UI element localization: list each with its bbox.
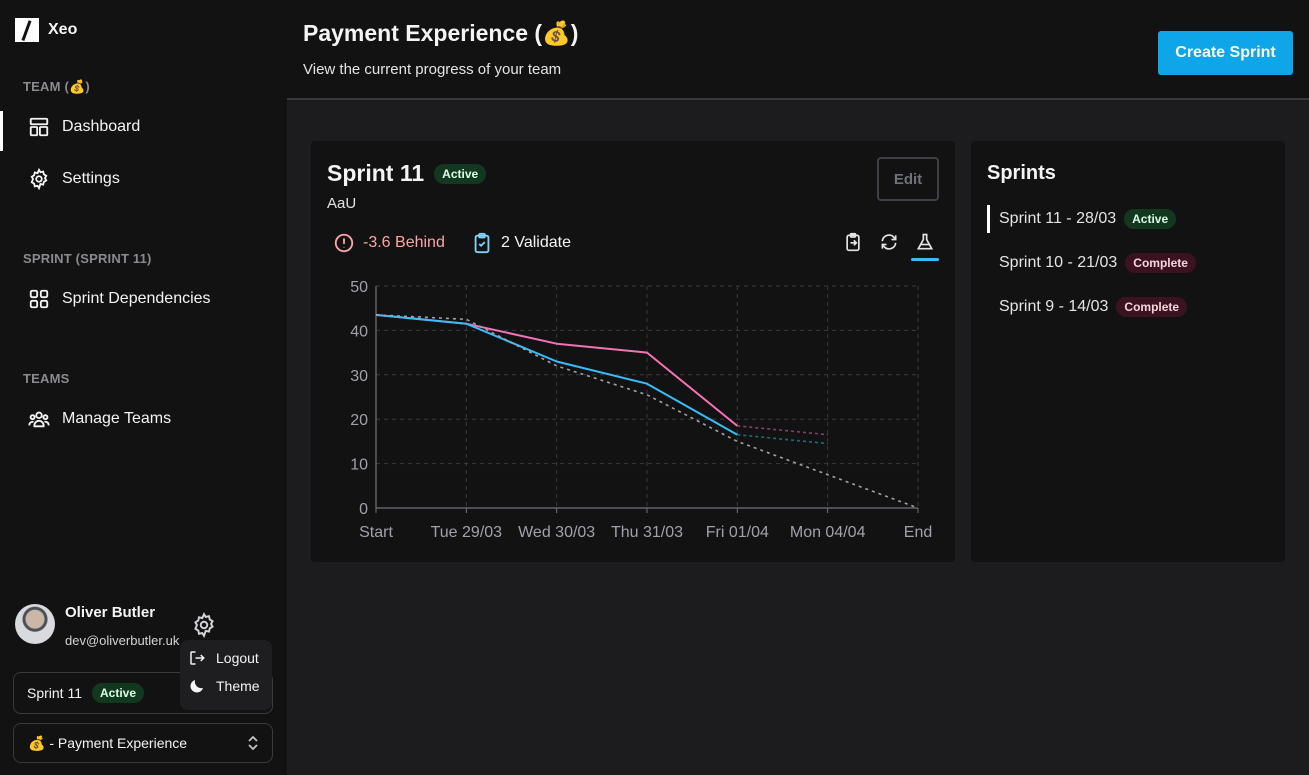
section-label-sprint: SPRINT (SPRINT 11) <box>23 251 152 266</box>
sprint-selector-label: Sprint 11 <box>27 685 82 701</box>
x-tick-label: Thu 31/03 <box>611 524 683 541</box>
page-header: Payment Experience (💰) View the current … <box>287 0 1309 100</box>
sidebar-item-label: Dashboard <box>62 118 141 135</box>
status-badge: Active <box>434 163 487 184</box>
sidebar-item-label: Settings <box>62 170 120 187</box>
chart-series-line-3 <box>737 433 828 445</box>
chart-grid <box>375 285 919 513</box>
logo-mark-icon <box>15 18 39 42</box>
layout-dashboard-icon <box>29 117 49 137</box>
x-tick-label: End <box>904 524 932 541</box>
burndown-chart: 0 10 20 30 40 50 Start Tue 29/03 Wed 30/03 Thu 31… <box>350 279 932 541</box>
users-icon <box>28 411 50 428</box>
team-selector-label: 💰 - Payment Experience <box>28 734 188 751</box>
x-tick-label: Mon 04/04 <box>790 524 866 541</box>
x-tick-label: Wed 30/03 <box>518 524 595 541</box>
team-selector[interactable]: 💰 - Payment Experience <box>13 723 273 763</box>
behind-value: -3.6 Behind <box>363 234 445 251</box>
beaker-icon[interactable] <box>915 232 935 252</box>
sprint-card: Sprint 11 Active AaU Edit -3.6 Behind 2 … <box>311 141 955 562</box>
sidebar: Xeo TEAM (💰) Dashboard Settings SPRINT (… <box>0 0 287 775</box>
logout-icon <box>190 651 205 665</box>
status-badge: Complete <box>1116 297 1188 317</box>
chart-series-line-1 <box>737 425 828 436</box>
sprint-list-label: Sprint 10 - 21/03 <box>999 254 1118 271</box>
sidebar-item-label: Manage Teams <box>62 410 172 427</box>
sidebar-item-settings[interactable]: Settings <box>0 159 287 199</box>
menu-item-label: Theme <box>216 678 260 694</box>
app-name: Xeo <box>48 21 78 38</box>
gear-icon <box>30 168 48 190</box>
sprints-panel: Sprints Sprint 11 - 28/03 Active Sprint … <box>971 141 1285 562</box>
sidebar-item-manage-teams[interactable]: Manage Teams <box>0 399 287 439</box>
active-tool-indicator <box>911 258 939 261</box>
refresh-icon[interactable] <box>879 232 899 252</box>
y-tick-label: 0 <box>359 501 368 518</box>
user-name: Oliver Butler <box>65 604 156 621</box>
sprint-name: Sprint 11 <box>327 160 425 186</box>
sidebar-item-dashboard[interactable]: Dashboard <box>0 107 287 151</box>
page-subtitle: View the current progress of your team <box>303 61 562 78</box>
app-logo[interactable]: Xeo <box>15 18 77 42</box>
validate-stat: 2 Validate <box>471 232 571 254</box>
sidebar-item-label: Sprint Dependencies <box>62 290 211 307</box>
clipboard-check-icon <box>474 232 490 254</box>
menu-item-label: Logout <box>216 650 259 666</box>
status-badge: Active <box>1124 209 1177 229</box>
y-tick-label: 10 <box>350 457 368 474</box>
sprint-list-item[interactable]: Sprint 10 - 21/03 Complete <box>987 251 1196 275</box>
section-label-teams: TEAMS <box>23 371 70 386</box>
avatar <box>15 604 55 644</box>
grid-icon <box>29 289 49 309</box>
sprint-list-item[interactable]: Sprint 9 - 14/03 Complete <box>987 295 1188 319</box>
y-tick-label: 20 <box>350 412 368 429</box>
menu-item-theme[interactable]: Theme <box>188 677 260 695</box>
page-title: Payment Experience (💰) <box>303 20 579 46</box>
sprint-subtitle: AaU <box>327 195 357 212</box>
status-badge: Active <box>92 683 145 703</box>
sprints-panel-title: Sprints <box>987 162 1056 184</box>
chevron-up-down-icon <box>248 735 258 751</box>
status-badge: Complete <box>1125 253 1196 273</box>
alert-circle-icon <box>334 233 354 253</box>
x-tick-label: Tue 29/03 <box>431 524 503 541</box>
sprint-list-item[interactable]: Sprint 11 - 28/03 Active <box>987 205 1177 233</box>
user-menu: Logout Theme <box>180 640 272 710</box>
sidebar-item-sprint-dependencies[interactable]: Sprint Dependencies <box>0 279 287 319</box>
moon-icon <box>190 680 203 693</box>
y-tick-label: 40 <box>350 323 368 340</box>
edit-button[interactable]: Edit <box>877 157 939 201</box>
user-profile: Oliver Butler dev@oliverbutler.uk <box>15 604 185 648</box>
create-sprint-button[interactable]: Create Sprint <box>1158 31 1293 75</box>
chart-labels: 0 10 20 30 40 50 Start Tue 29/03 Wed 30/03 Thu 31… <box>350 279 932 541</box>
menu-item-logout[interactable]: Logout <box>188 649 259 667</box>
x-tick-label: Fri 01/04 <box>706 524 769 541</box>
user-email: dev@oliverbutler.uk <box>65 633 180 648</box>
clipboard-export-icon[interactable] <box>843 232 863 252</box>
y-tick-label: 50 <box>350 279 368 296</box>
sprint-list-label: Sprint 9 - 14/03 <box>999 298 1109 315</box>
user-settings-gear-icon[interactable] <box>191 612 217 638</box>
sprint-list-label: Sprint 11 - 28/03 <box>999 210 1117 227</box>
validate-value: 2 Validate <box>501 234 571 251</box>
sprint-title: Sprint 11 Active <box>327 160 487 187</box>
behind-stat: -3.6 Behind <box>333 232 445 254</box>
y-tick-label: 30 <box>350 368 368 385</box>
section-label-team: TEAM (💰) <box>23 79 90 94</box>
x-tick-label: Start <box>359 524 393 541</box>
